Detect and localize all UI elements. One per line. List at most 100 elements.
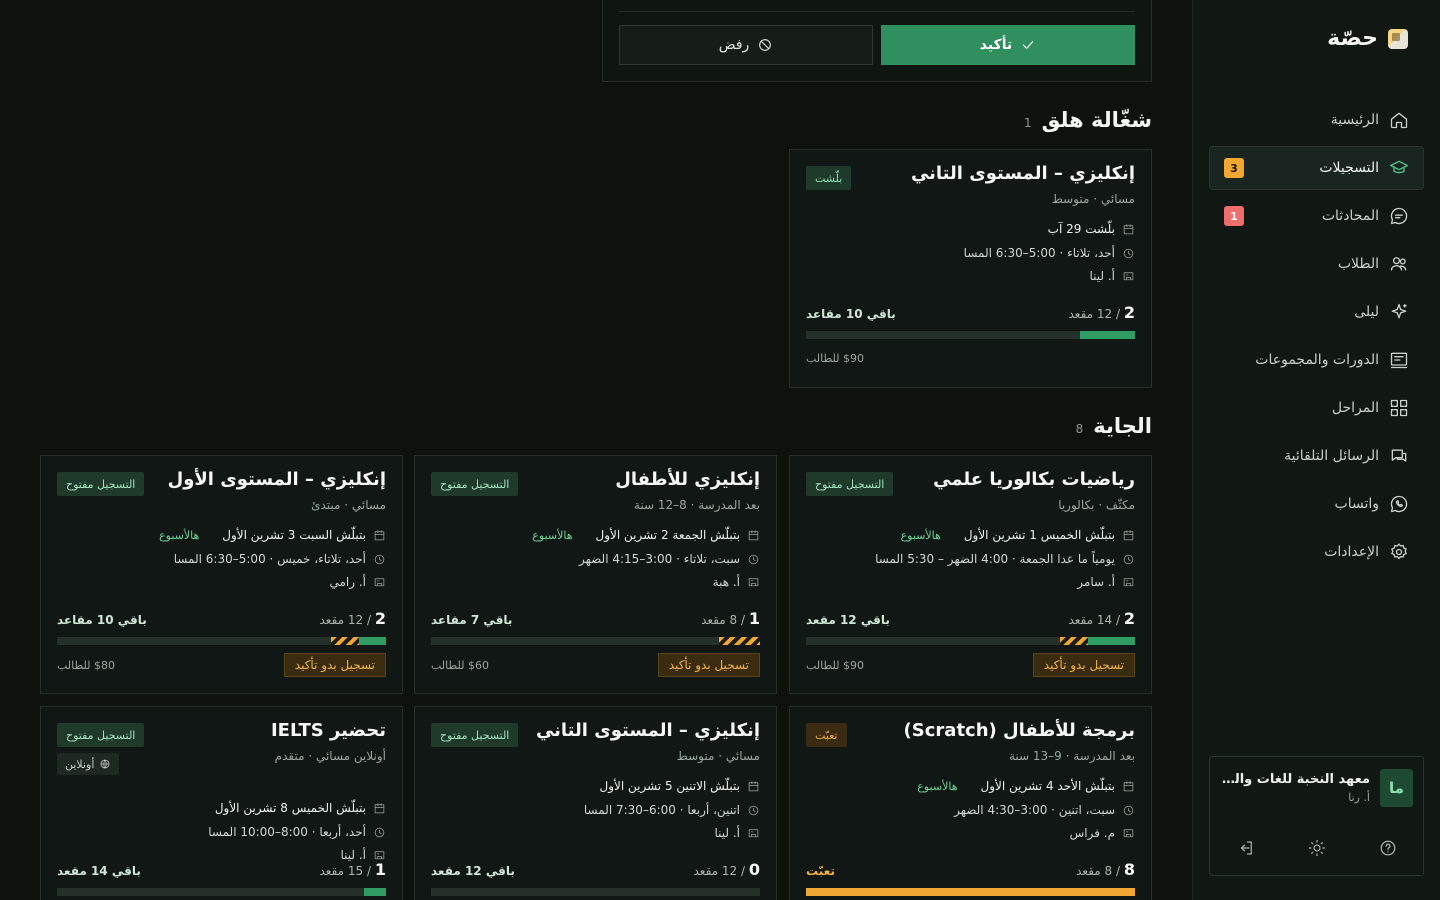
schedule: اتنين، أربعا · 6:00–7:30 المسا	[583, 803, 740, 817]
clock-icon	[1123, 554, 1134, 564]
help-icon	[1380, 840, 1395, 856]
calendar-icon	[1123, 529, 1134, 540]
seats-row: 2 / 12 مقعد باقي 10 مقاعد	[806, 303, 1135, 322]
clock-icon	[1123, 805, 1134, 815]
nav-item-conversations[interactable]: المحادثات 1	[1209, 194, 1424, 238]
seats-row: 8 / 8 مقعد تعبّت	[806, 860, 1135, 879]
unconfirmed-enrollment-badge[interactable]: تسجيل بدو تأكيد	[1032, 653, 1135, 677]
seats-row: 2 / 12 مقعد باقي 10 مقاعد	[57, 609, 386, 628]
classroom-icon	[1123, 828, 1134, 837]
chat-bubble-icon	[1390, 207, 1408, 225]
nav-item-settings[interactable]: الإعدادات	[1209, 530, 1424, 574]
capacity-bar	[57, 888, 386, 896]
nav-label: المحادثات	[1321, 208, 1379, 224]
teacher: أ. لينا	[1089, 269, 1115, 283]
nav-item-stages[interactable]: المراحل	[1209, 386, 1424, 430]
home-icon	[1390, 112, 1408, 129]
brand[interactable]: حصّة	[1327, 26, 1408, 51]
schedule: سبت، اتنين · 3:00–4:30 الضهر	[954, 803, 1115, 817]
calendar-icon	[748, 780, 759, 791]
course-title: برمجة للأطفال (Scratch)	[903, 720, 1135, 741]
seats-enrolled: 1	[374, 860, 386, 879]
schedule: أحد، أربعا · 8:00–10:00 المسا	[208, 825, 366, 839]
logout-button[interactable]	[1237, 839, 1255, 861]
card-footer: تسجيل بدو تأكيد $80 للطالب	[57, 653, 386, 677]
pending-bar-segment	[718, 637, 760, 645]
course-card[interactable]: رياضيات بكالوريا علمي مكثّف · بكالوريا ا…	[789, 455, 1152, 694]
teacher-row: أ. هبة	[713, 575, 760, 589]
pending-bar-segment	[1059, 637, 1088, 645]
seats-count: 1 / 8 مقعد	[701, 609, 760, 628]
course-card[interactable]: إنكليزي للأطفال بعد المدرسة · 8–12 سنة ا…	[414, 455, 777, 694]
clock-icon	[748, 805, 759, 815]
brand-name: حصّة	[1327, 26, 1378, 51]
calendar-icon	[374, 802, 385, 813]
schedule-row: سبت، تلاتاء · 3:00–4:15 الضهر	[579, 552, 760, 566]
schedule: أحد، تلاتاء · 5:00–6:30 المسا	[963, 246, 1115, 260]
org-avatar[interactable]: ما	[1380, 769, 1413, 807]
course-subtitle: أونلاين مسائي · متقدم	[274, 749, 386, 763]
capacity-bar	[806, 331, 1135, 339]
card-footer: تسجيل بدو تأكيد $90 للطالب	[806, 653, 1135, 677]
status-badge: التسجيل مفتوح	[57, 723, 145, 747]
section-title: شغّالة هلق	[1041, 108, 1152, 132]
nav-item-courses-groups[interactable]: الدورات والمجموعات	[1209, 338, 1424, 382]
seat-word: مقعد	[701, 613, 726, 627]
start-date-row: بلّشت 29 آب	[1048, 222, 1135, 236]
calendar-icon	[1123, 223, 1134, 234]
nav-label: الطلاب	[1337, 256, 1379, 272]
seat-word: مقعد	[1068, 613, 1094, 627]
start-date-row: بتبلّش الجمعة 2 تشرين الأول هالأسبوع	[532, 528, 760, 542]
theme-toggle-button[interactable]	[1308, 839, 1326, 861]
capacity-bar	[431, 637, 760, 645]
graduation-cap-icon	[1390, 160, 1408, 174]
start-date: بتبلّش الجمعة 2 تشرين الأول	[595, 528, 741, 542]
seats-enrolled: 2	[1123, 303, 1135, 322]
section-title: الجاية	[1093, 414, 1152, 438]
nav-item-auto-messages[interactable]: الرسائل التلقائية	[1209, 434, 1424, 478]
sun-icon	[1308, 839, 1325, 857]
grid-icon	[1390, 399, 1408, 417]
nav-label: التسجيلات	[1319, 160, 1379, 176]
logout-icon	[1240, 841, 1252, 855]
status-badge: تعبّت	[806, 723, 847, 747]
start-date: بلّشت 29 آب	[1047, 222, 1115, 236]
seat-word: مقعد	[1068, 307, 1094, 321]
teacher: م. فراس	[1069, 826, 1115, 840]
online-label: أونلاين	[65, 757, 95, 771]
teacher: أ. سامر	[1077, 575, 1115, 589]
this-week-tag: هالأسبوع	[159, 528, 200, 542]
seats-enrolled: 1	[748, 609, 760, 628]
teacher-row: أ. لينا	[1089, 269, 1135, 283]
confirm-button[interactable]: تأكيد	[881, 25, 1135, 65]
nav-item-students[interactable]: الطلاب	[1209, 242, 1424, 286]
unconfirmed-enrollment-badge[interactable]: تسجيل بدو تأكيد	[283, 653, 386, 677]
nav-item-layla[interactable]: ليلى	[1209, 290, 1424, 334]
nav-item-home[interactable]: الرئيسية	[1209, 98, 1424, 142]
course-card[interactable]: إنكليزي – المستوى الأول مسائي · مبتدئ ال…	[40, 455, 403, 694]
nav-item-whatsapp[interactable]: واتساب	[1209, 482, 1424, 526]
course-card-running[interactable]: إنكليزي – المستوى التاني مسائي · متوسط ب…	[789, 149, 1152, 388]
unconfirmed-enrollment-badge[interactable]: تسجيل بدو تأكيد	[657, 653, 760, 677]
brand-logo-icon	[1388, 28, 1408, 49]
reject-button[interactable]: رفض	[619, 25, 873, 65]
start-date-row: بتبلّش الأحد 4 تشرين الأول هالأسبوع	[917, 779, 1135, 793]
clock-icon	[374, 554, 385, 564]
classroom-icon	[748, 828, 759, 837]
help-button[interactable]	[1379, 839, 1397, 861]
divider	[619, 11, 1135, 12]
course-subtitle: بعد المدرسة · 9–13 سنة	[1008, 749, 1135, 763]
nav-item-enrollments[interactable]: التسجيلات 3	[1209, 146, 1424, 190]
course-card[interactable]: تحضير IELTS أونلاين مسائي · متقدم التسجي…	[40, 706, 403, 900]
classroom-icon	[748, 577, 759, 586]
course-card[interactable]: إنكليزي – المستوى التاني مسائي · متوسط ا…	[414, 706, 777, 900]
whatsapp-icon	[1390, 495, 1408, 513]
course-subtitle: مسائي · مبتدئ	[311, 498, 386, 512]
status-badge: التسجيل مفتوح	[431, 723, 519, 747]
seats-capacity: 8	[1104, 864, 1113, 878]
seats-count: 1 / 15 مقعد	[319, 860, 386, 879]
course-card[interactable]: برمجة للأطفال (Scratch) بعد المدرسة · 9–…	[789, 706, 1152, 900]
status-badge: التسجيل مفتوح	[806, 472, 894, 496]
course-title: إنكليزي – المستوى الأول	[167, 469, 386, 490]
seats-left: باقي 14 مقعد	[57, 864, 141, 878]
